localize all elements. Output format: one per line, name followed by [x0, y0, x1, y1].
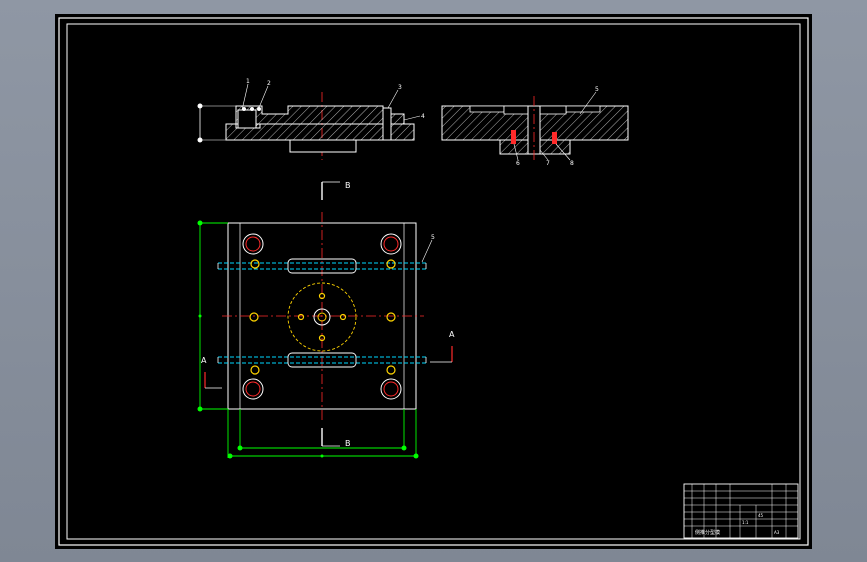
paper-background: [55, 14, 812, 549]
section-marker-a-left: A: [201, 356, 207, 365]
part-label-8: 8: [570, 160, 574, 167]
title-block[interactable]: 侧推分型模 1:1 A3 45: [683, 483, 799, 539]
part-label-3: 3: [398, 84, 402, 91]
part-label-1: 1: [246, 78, 250, 85]
title-sheet: A3: [774, 530, 780, 535]
part-label-2: 2: [267, 80, 271, 87]
part-label-7: 7: [546, 160, 550, 167]
title-material: 45: [758, 513, 764, 518]
section-marker-a-right: A: [449, 330, 455, 339]
drawing-sheet[interactable]: 1 2 3 4 5 6 7 8 B B A A 5 侧推分型模 1:1 A3 4…: [0, 0, 867, 562]
title-drawing-name: 侧推分型模: [695, 529, 720, 536]
section-marker-b-top: B: [345, 181, 351, 190]
title-scale: 1:1: [742, 520, 749, 525]
part-label-5-plan: 5: [431, 234, 435, 241]
part-label-5: 5: [595, 86, 599, 93]
part-label-6: 6: [516, 160, 520, 167]
cad-viewport[interactable]: 1 2 3 4 5 6 7 8 B B A A 5 侧推分型模 1:1 A3 4…: [0, 0, 867, 562]
section-marker-b-bottom: B: [345, 439, 351, 448]
part-label-4: 4: [421, 113, 425, 120]
